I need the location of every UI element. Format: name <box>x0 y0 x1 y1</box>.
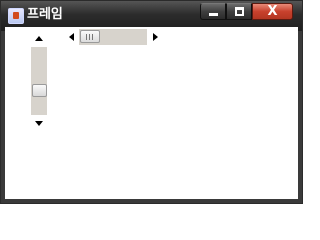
caption-buttons: X <box>200 3 293 20</box>
window-title: 프레임 <box>27 7 63 22</box>
vertical-scroll-thumb[interactable] <box>32 84 47 97</box>
scroll-right-button[interactable] <box>147 29 163 45</box>
application-window: 프레임 X <box>0 0 303 204</box>
grip-line <box>89 34 90 40</box>
scroll-left-button[interactable] <box>63 29 79 45</box>
minimize-button[interactable] <box>200 3 226 20</box>
grip-line <box>92 34 93 40</box>
java-cup-icon[interactable] <box>8 8 24 24</box>
minimize-icon <box>209 13 218 16</box>
horizontal-scroll-thumb[interactable] <box>80 30 100 43</box>
close-icon: X <box>267 4 278 19</box>
maximize-button[interactable] <box>226 3 252 20</box>
close-button[interactable]: X <box>252 3 293 20</box>
vertical-scrollbar[interactable] <box>31 31 47 131</box>
horizontal-scrollbar[interactable] <box>63 29 163 45</box>
arrow-right-icon <box>153 33 158 41</box>
client-area <box>5 27 298 199</box>
arrow-left-icon <box>69 33 74 41</box>
maximize-icon <box>235 7 244 16</box>
arrow-down-icon <box>35 121 43 126</box>
grip-line <box>86 34 87 40</box>
arrow-up-icon <box>35 36 43 41</box>
scroll-up-button[interactable] <box>31 31 47 47</box>
scroll-down-button[interactable] <box>31 115 47 131</box>
